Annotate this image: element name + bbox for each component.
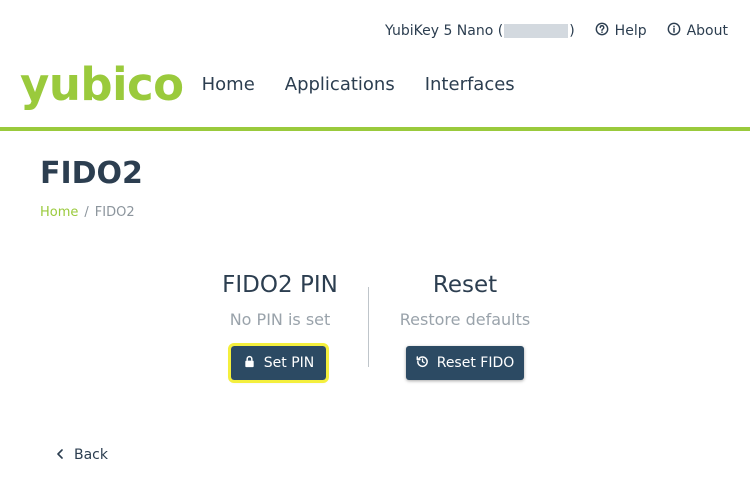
top-bar: YubiKey 5 Nano () Help About xyxy=(385,22,728,40)
about-label: About xyxy=(686,23,728,39)
reset-section-title: Reset xyxy=(432,272,498,298)
reset-fido-label: Reset FIDO xyxy=(436,355,515,371)
device-name: YubiKey 5 Nano ( xyxy=(385,23,504,39)
page-title: FIDO2 xyxy=(40,156,143,191)
serial-number-redacted xyxy=(504,24,569,38)
breadcrumb-home[interactable]: Home xyxy=(40,205,78,220)
device-name-suffix: ) xyxy=(569,23,575,39)
section-divider xyxy=(368,287,369,367)
yubico-logo[interactable]: yubico xyxy=(20,62,184,107)
reset-status: Restore defaults xyxy=(399,310,531,329)
help-label: Help xyxy=(614,23,647,39)
nav-home[interactable]: Home xyxy=(202,74,255,95)
back-label: Back xyxy=(74,447,108,463)
about-link[interactable]: About xyxy=(667,22,728,40)
pin-section-title: FIDO2 PIN xyxy=(222,272,338,298)
history-reset-icon xyxy=(416,355,429,372)
fido2-pin-section: FIDO2 PIN No PIN is set xyxy=(200,272,360,329)
back-button[interactable]: Back xyxy=(56,447,108,463)
set-pin-label: Set PIN xyxy=(263,355,315,371)
breadcrumb-current: FIDO2 xyxy=(94,205,135,220)
reset-section: Reset Restore defaults xyxy=(385,272,545,329)
info-icon xyxy=(667,22,681,40)
header-divider xyxy=(0,127,750,131)
help-link[interactable]: Help xyxy=(595,22,647,40)
set-pin-button[interactable]: Set PIN xyxy=(228,343,329,383)
nav-interfaces[interactable]: Interfaces xyxy=(425,74,515,95)
brand-bar: yubico Home Applications Interfaces xyxy=(20,62,515,107)
pin-status: No PIN is set xyxy=(229,310,331,329)
breadcrumb: Home / FIDO2 xyxy=(40,205,135,220)
device-indicator: YubiKey 5 Nano () xyxy=(385,23,575,39)
reset-fido-button[interactable]: Reset FIDO xyxy=(406,346,524,380)
breadcrumb-separator: / xyxy=(84,205,89,220)
lock-icon xyxy=(243,355,256,372)
nav-applications[interactable]: Applications xyxy=(285,74,395,95)
main-nav: Home Applications Interfaces xyxy=(202,74,515,95)
help-icon xyxy=(595,22,609,40)
chevron-left-icon xyxy=(56,447,64,463)
